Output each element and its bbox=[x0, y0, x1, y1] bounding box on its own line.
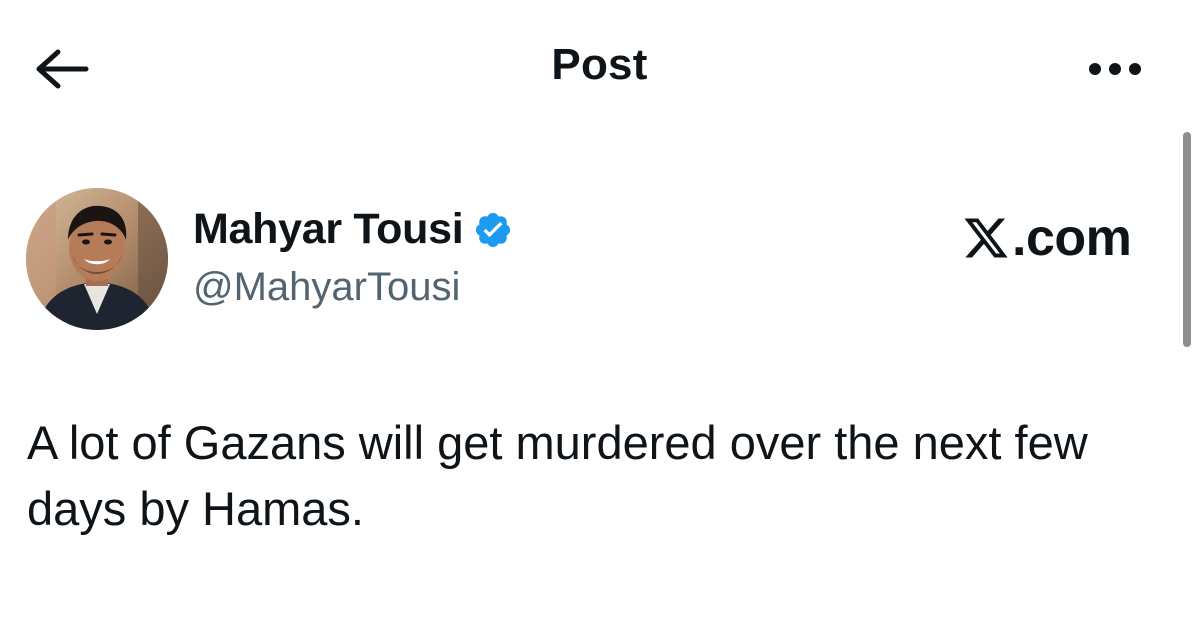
post-text: A lot of Gazans will get murdered over t… bbox=[27, 416, 1088, 535]
x-com-watermark: .com bbox=[962, 208, 1132, 268]
display-name[interactable]: Mahyar Tousi bbox=[193, 205, 464, 254]
post-header: Post bbox=[0, 0, 1199, 140]
x-logo-icon bbox=[964, 218, 1008, 258]
profile-photo bbox=[26, 188, 168, 330]
scrollbar[interactable] bbox=[1183, 132, 1191, 347]
more-options-button[interactable] bbox=[1082, 52, 1148, 86]
author-name-row[interactable]: Mahyar Tousi bbox=[193, 205, 513, 254]
page-title: Post bbox=[551, 40, 648, 89]
watermark-text: .com bbox=[1012, 209, 1132, 267]
more-horizontal-icon bbox=[1089, 63, 1141, 75]
avatar[interactable] bbox=[26, 188, 168, 330]
user-handle[interactable]: @MahyarTousi bbox=[193, 265, 460, 310]
verified-badge-icon bbox=[473, 210, 513, 250]
